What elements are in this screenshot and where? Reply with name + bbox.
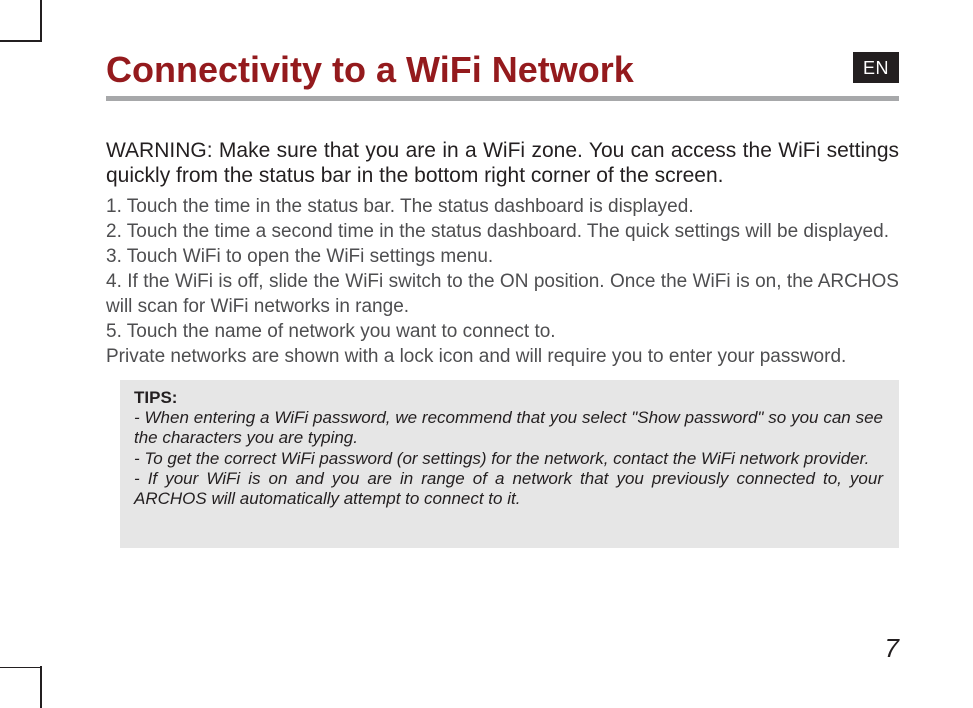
page-number: 7 <box>885 633 899 664</box>
step-item: 5. Touch the name of network you want to… <box>106 320 899 344</box>
tips-box: TIPS: - When entering a WiFi password, w… <box>120 380 899 548</box>
step-item: Private networks are shown with a lock i… <box>106 345 899 369</box>
crop-mark <box>40 666 42 708</box>
tips-body: - When entering a WiFi password, we reco… <box>134 408 883 510</box>
crop-mark <box>0 40 42 42</box>
tip-item: - If your WiFi is on and you are in rang… <box>134 469 883 510</box>
crop-mark <box>40 0 42 42</box>
step-item: 4. If the WiFi is off, slide the WiFi sw… <box>106 270 899 319</box>
tips-heading: TIPS: <box>134 388 883 408</box>
crop-mark <box>0 667 42 669</box>
step-item: 2. Touch the time a second time in the s… <box>106 220 899 244</box>
tip-item: - When entering a WiFi password, we reco… <box>134 408 883 449</box>
page-title: Connectivity to a WiFi Network <box>106 52 899 88</box>
step-item: 1. Touch the time in the status bar. The… <box>106 195 899 219</box>
title-rule <box>106 96 899 101</box>
language-tab: EN <box>853 52 899 83</box>
tip-item: - To get the correct WiFi password (or s… <box>134 449 883 469</box>
steps-list: 1. Touch the time in the status bar. The… <box>106 195 899 370</box>
warning-text: WARNING: Make sure that you are in a WiF… <box>106 139 899 189</box>
step-item: 3. Touch WiFi to open the WiFi settings … <box>106 245 899 269</box>
